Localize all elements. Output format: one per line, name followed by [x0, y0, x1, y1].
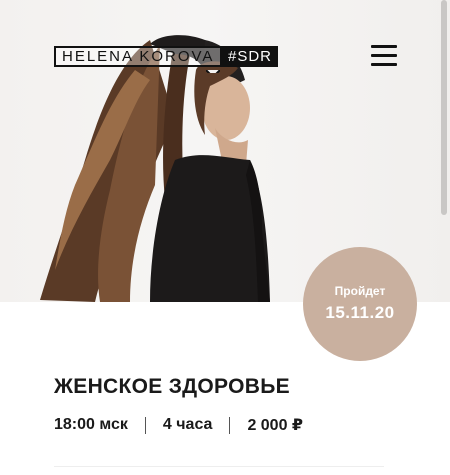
event-title: ЖЕНСКОЕ ЗДОРОВЬЕ: [54, 375, 290, 398]
date-label: Пройдет: [334, 284, 386, 298]
event-date-badge: Пройдет 15.11.20: [303, 247, 417, 361]
event-duration: 4 часа: [162, 416, 213, 433]
brand-logo[interactable]: HELENA KOROVA #SDR: [54, 46, 279, 73]
logo-hashtag: #SDR: [222, 46, 279, 67]
divider: [54, 466, 384, 467]
event-details: 18:00 мск 4 часа 2 000 ₽: [54, 415, 303, 435]
hamburger-menu-icon[interactable]: [371, 45, 397, 67]
event-date: 15.11.20: [325, 303, 395, 322]
site-header: HELENA KOROVA #SDR: [0, 0, 450, 110]
event-price: 2 000 ₽: [247, 417, 304, 434]
divider: [229, 416, 231, 434]
event-time: 18:00 мск: [54, 416, 128, 433]
scrollbar[interactable]: [441, 0, 447, 215]
divider: [144, 416, 146, 434]
logo-pointer-icon: [206, 65, 220, 73]
logo-name: HELENA KOROVA: [54, 46, 222, 67]
